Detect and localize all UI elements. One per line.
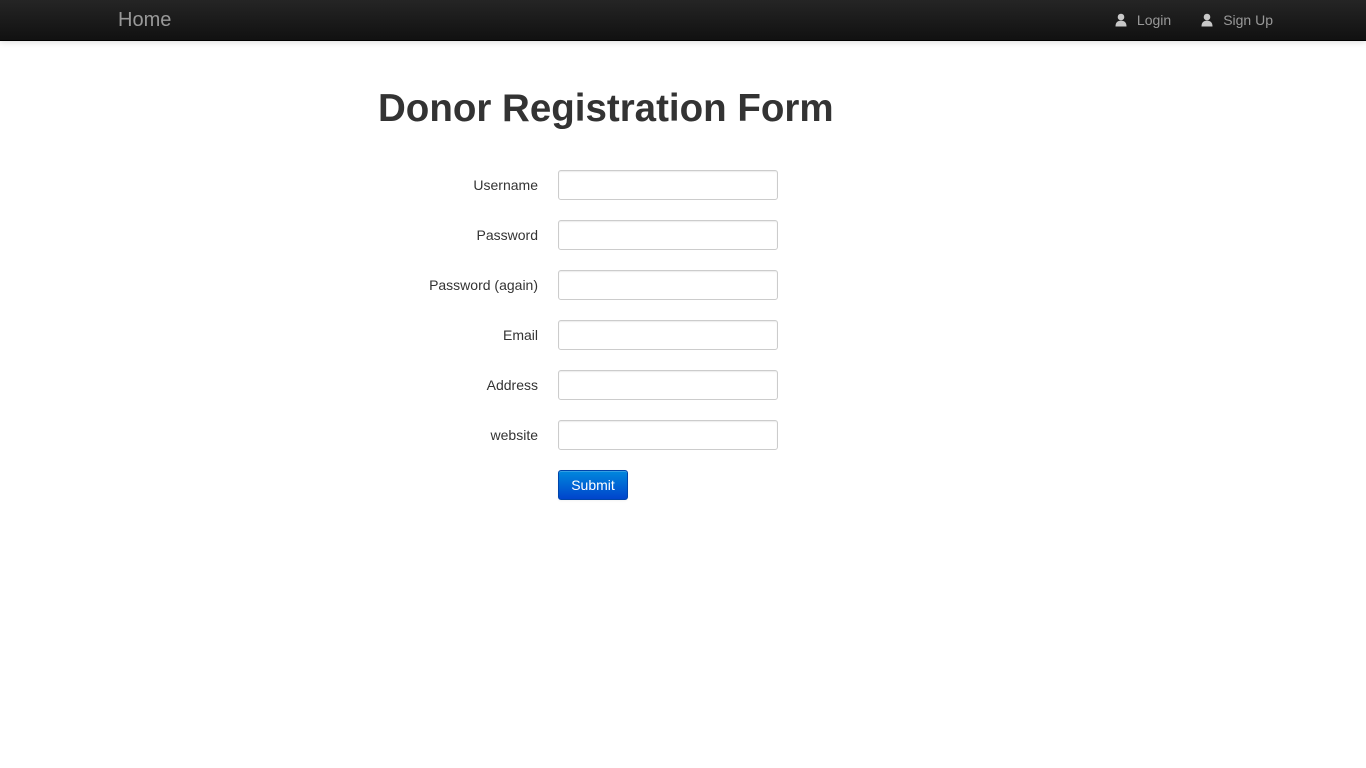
home-link[interactable]: Home — [118, 9, 171, 31]
donor-registration-form: Username Password Password (again) Email… — [378, 170, 878, 520]
login-label: Login — [1136, 12, 1172, 28]
address-label: Address — [486, 377, 538, 393]
username-label: Username — [473, 177, 538, 193]
password-again-row: Password (again) — [378, 270, 878, 320]
username-row: Username — [378, 170, 878, 220]
password-again-label: Password (again) — [429, 277, 538, 293]
submit-row: Submit — [378, 470, 878, 520]
username-input[interactable] — [558, 170, 778, 200]
user-icon — [1201, 13, 1213, 27]
top-navbar: Home Login Sign Up — [0, 0, 1366, 41]
signup-label: Sign Up — [1223, 12, 1273, 28]
website-row: website — [378, 420, 878, 470]
password-input[interactable] — [558, 220, 778, 250]
email-label: Email — [502, 327, 538, 343]
user-icon — [1115, 13, 1127, 27]
submit-button[interactable]: Submit — [558, 470, 628, 500]
address-row: Address — [378, 370, 878, 420]
page-title: Donor Registration Form — [378, 87, 834, 130]
website-input[interactable] — [558, 420, 778, 450]
login-link[interactable]: Login — [1115, 12, 1171, 28]
email-input[interactable] — [558, 320, 778, 350]
signup-link[interactable]: Sign Up — [1201, 12, 1273, 28]
password-row: Password — [378, 220, 878, 270]
navbar-right-links: Login Sign Up — [1085, 0, 1273, 40]
password-label: Password — [476, 227, 538, 243]
address-input[interactable] — [558, 370, 778, 400]
email-row: Email — [378, 320, 878, 370]
website-label: website — [490, 427, 538, 443]
password-again-input[interactable] — [558, 270, 778, 300]
